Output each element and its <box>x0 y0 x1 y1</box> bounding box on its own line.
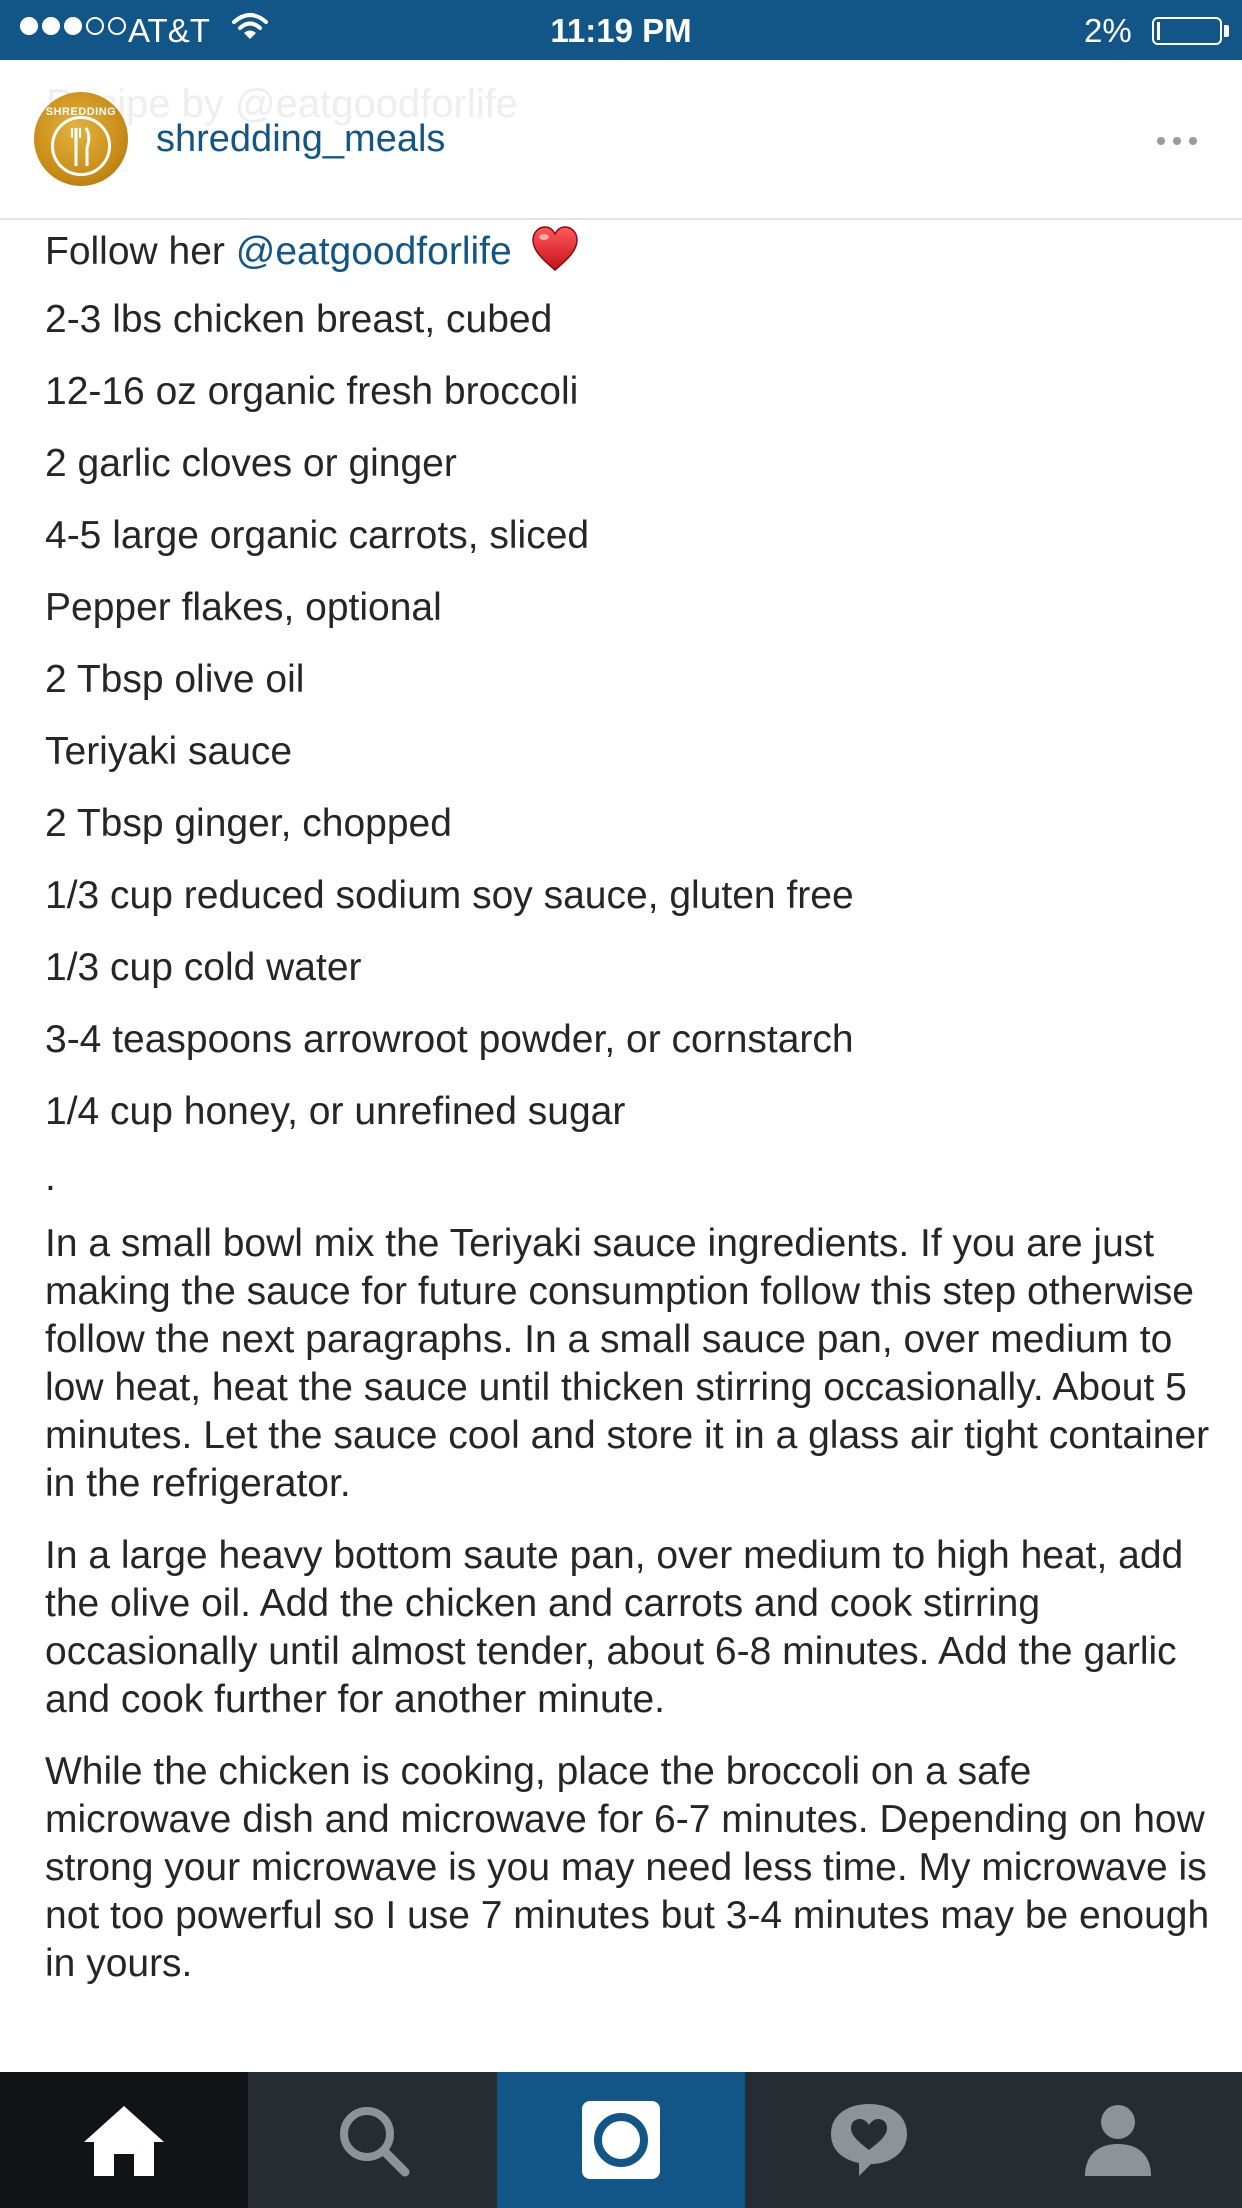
red-heart-icon <box>531 226 578 271</box>
home-icon <box>84 2106 165 2176</box>
ingredient-line: Pepper flakes, optional <box>45 586 442 629</box>
follow-prefix-text: Follow her <box>45 230 236 273</box>
ingredient-line: 4-5 large organic carrots, sliced <box>45 514 590 557</box>
profile-icon <box>1084 2105 1151 2176</box>
mention-link[interactable]: @eatgoodforlife <box>236 230 512 273</box>
post-header: Recipe by @eatgoodforlife SHREDDING shre… <box>0 60 1242 220</box>
ingredient-line: 3-4 teaspoons arrowroot powder, or corns… <box>45 1018 854 1061</box>
tab-search[interactable] <box>248 2072 496 2208</box>
ingredient-line: 2 Tbsp ginger, chopped <box>45 802 452 845</box>
search-icon <box>339 2107 410 2177</box>
ellipsis-icon[interactable] <box>1156 136 1198 146</box>
post-caption: Follow her @eatgoodforlife 2-3 lbs chick… <box>45 222 1215 2012</box>
battery-nub <box>1224 25 1229 37</box>
ingredient-line: 2-3 lbs chicken breast, cubed <box>45 298 553 341</box>
battery-percent: 2% <box>1084 12 1132 49</box>
tab-activity[interactable] <box>745 2072 993 2208</box>
ingredient-line: 2 garlic cloves or ginger <box>45 442 457 485</box>
camera-icon <box>581 2101 660 2179</box>
ingredient-line: 2 Tbsp olive oil <box>45 658 305 701</box>
instruction-paragraph: In a large heavy bottom saute pan, over … <box>45 1534 1184 1721</box>
avatar[interactable]: SHREDDING <box>34 92 128 186</box>
username-link[interactable]: shredding_meals <box>156 118 445 161</box>
separator-dot: . <box>45 1156 56 1199</box>
ingredient-list: 2-3 lbs chicken breast, cubed 12-16 oz o… <box>45 284 1215 1148</box>
ingredient-line: 1/3 cup reduced sodium soy sauce, gluten… <box>45 874 854 917</box>
tab-home[interactable] <box>0 2072 249 2208</box>
activity-heart-icon <box>831 2104 908 2176</box>
status-time: 11:19 PM <box>550 12 692 49</box>
bottom-tab-bar <box>0 2072 1242 2208</box>
fork-knife-icon <box>71 127 91 166</box>
follow-line: Follow her @eatgoodforlife <box>45 222 1215 284</box>
tab-camera[interactable] <box>496 2072 746 2208</box>
ingredient-line: 1/4 cup honey, or unrefined sugar <box>45 1090 626 1133</box>
ingredient-line: 12-16 oz organic fresh broccoli <box>45 370 579 413</box>
tab-profile[interactable] <box>994 2072 1242 2208</box>
battery-icon <box>1152 17 1222 45</box>
ingredient-line: Teriyaki sauce <box>45 730 293 773</box>
ingredient-line: 1/3 cup cold water <box>45 946 362 989</box>
instruction-paragraph: In a small bowl mix the Teriyaki sauce i… <box>45 1222 1210 1505</box>
status-bar: AT&T 11:19 PM 2% <box>0 0 1242 60</box>
instruction-paragraph: While the chicken is cooking, place the … <box>45 1750 1210 1985</box>
